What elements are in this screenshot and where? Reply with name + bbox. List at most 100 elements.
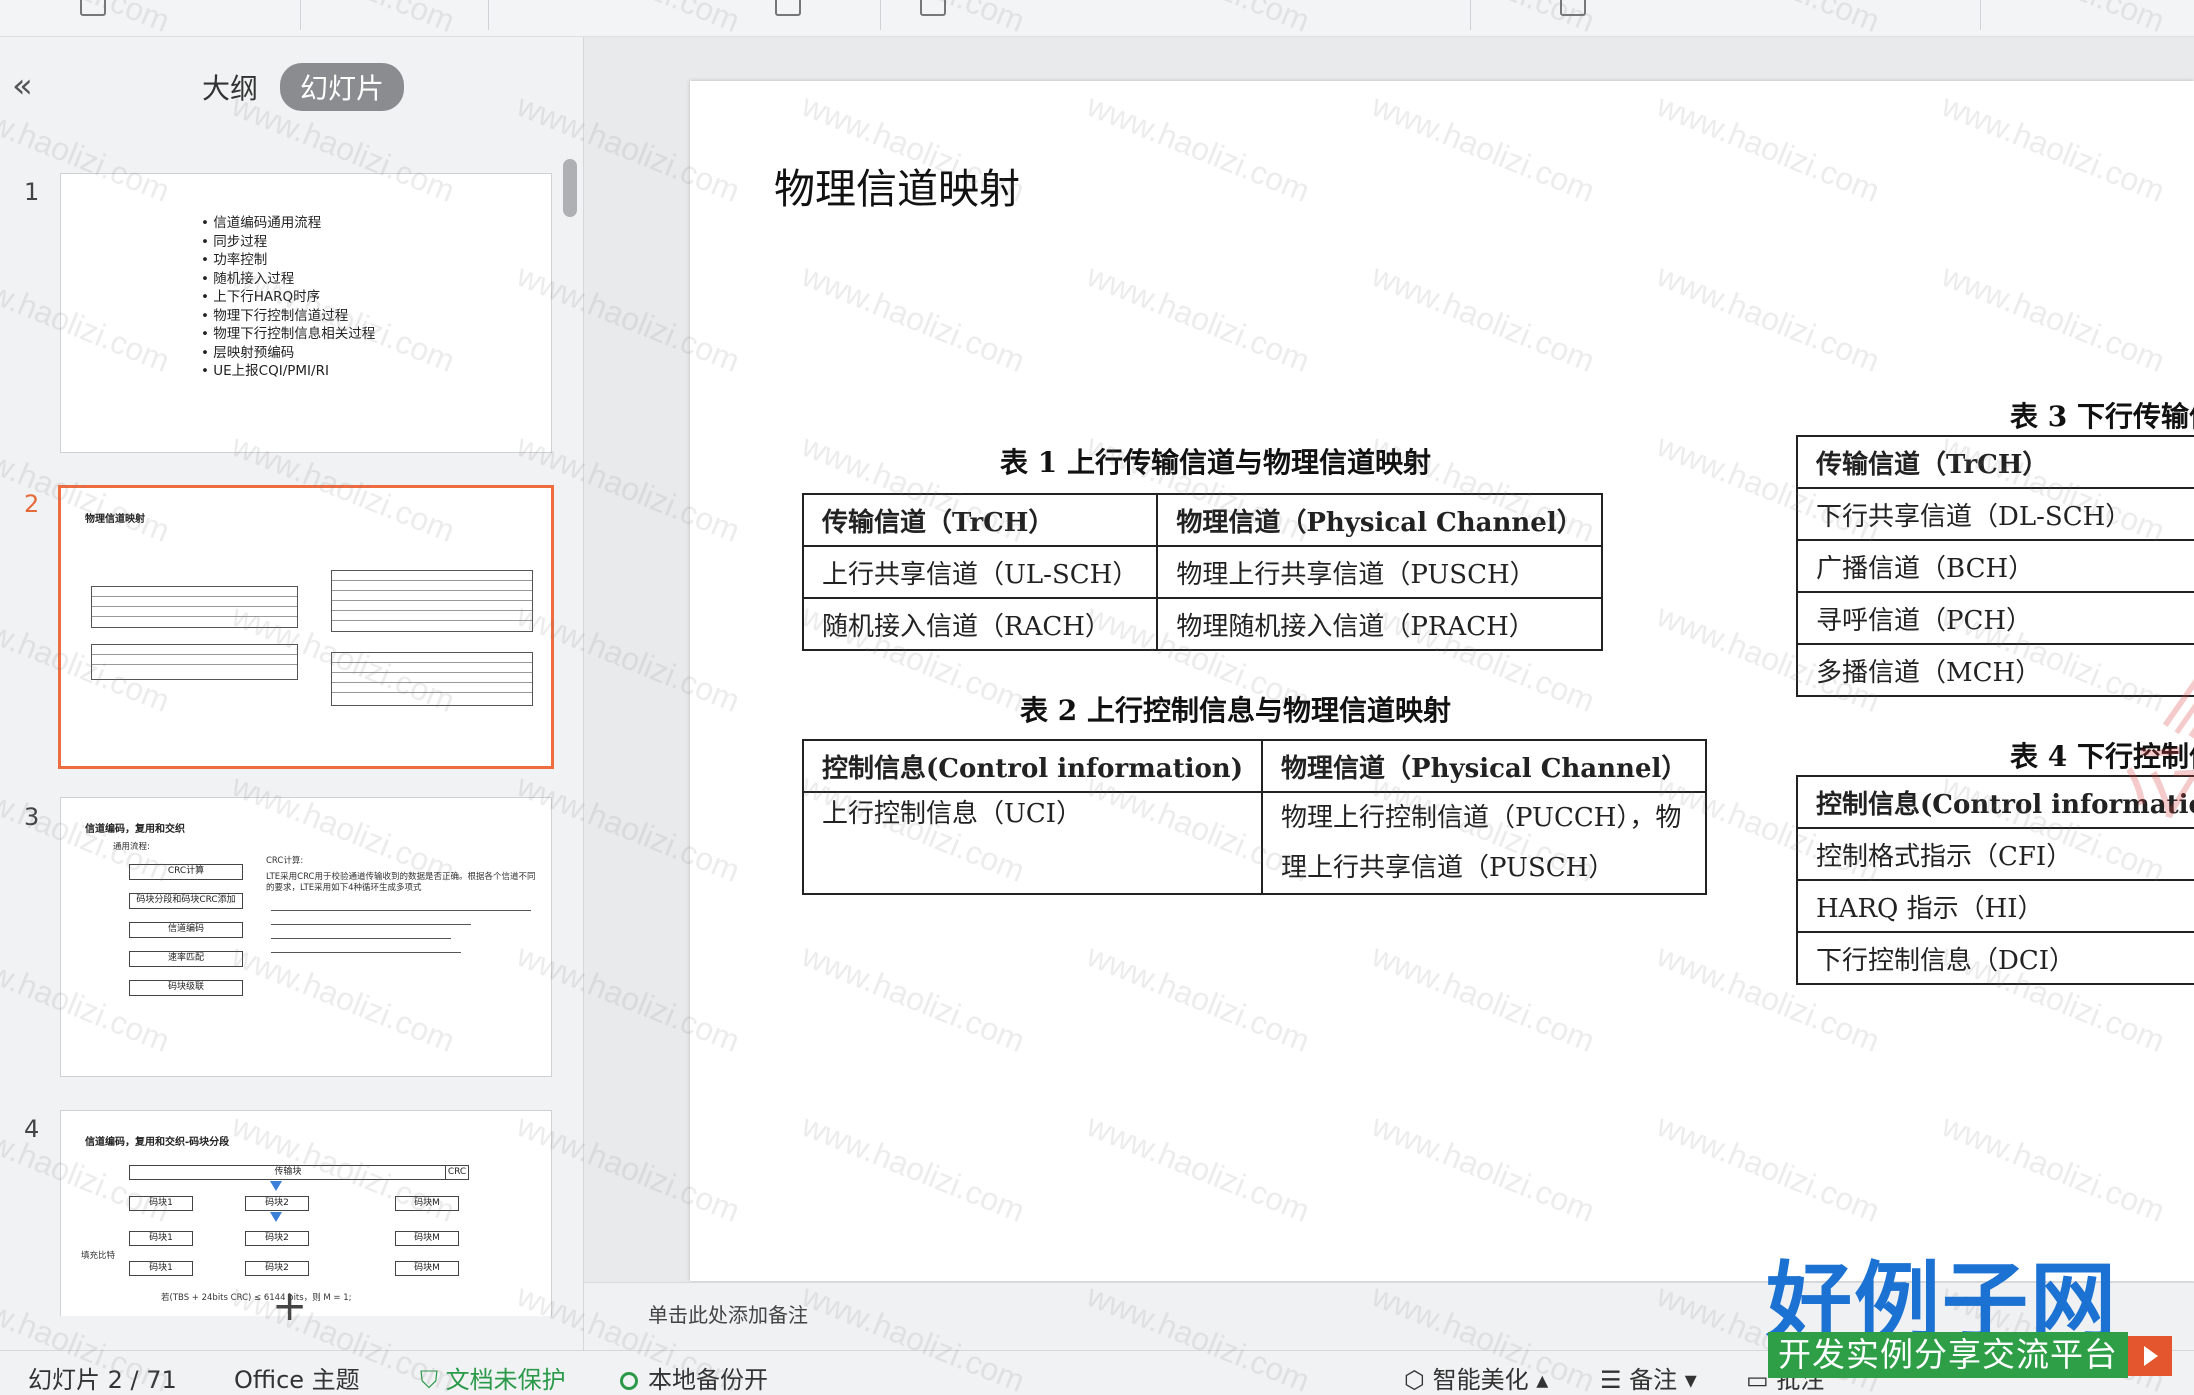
- toolbar-icon[interactable]: [920, 0, 946, 16]
- list-item: 上下行HARQ时序: [201, 288, 375, 307]
- list-item: 物理下行控制信道过程: [201, 307, 375, 326]
- table-row: 寻呼信道（PCH）: [1796, 591, 2194, 645]
- theme-label[interactable]: Office 主题: [234, 1360, 360, 1395]
- mini-table: [91, 586, 298, 628]
- table-row: HARQ 指示（HI）: [1796, 879, 2194, 933]
- table-cell: 多播信道（MCH）: [1796, 643, 2194, 697]
- slide-panel: « 大纲 幻灯片 1 信道编码通用流程 同步过程 功率控制 随机接入过程 上下行…: [0, 37, 584, 1350]
- list-item: 信道编码通用流程: [201, 214, 375, 233]
- notes-icon: ☰: [1600, 1366, 1630, 1394]
- formula-line: [271, 952, 461, 953]
- table-cell: HARQ 指示（HI）: [1796, 879, 2194, 933]
- toolbar-divider: [1980, 0, 1981, 30]
- toolbar-icon[interactable]: [775, 0, 801, 16]
- table-header-cell: 传输信道（TrCH）: [1796, 435, 2194, 489]
- slide-counter: 幻灯片 2 / 71: [28, 1366, 177, 1394]
- table-uplink-transport[interactable]: 传输信道（TrCH） 物理信道（Physical Channel） 上行共享信道…: [801, 493, 1603, 651]
- comment-button[interactable]: ▭ 批注: [1746, 1360, 1824, 1395]
- table-cell: 物理随机接入信道（PRACH）: [1156, 597, 1603, 651]
- flow-box: 码块M: [395, 1196, 459, 1211]
- slide-title[interactable]: 物理信道映射: [774, 155, 1020, 215]
- mini-table: [331, 570, 533, 632]
- notes-placeholder[interactable]: 单击此处添加备注: [648, 1299, 808, 1328]
- table-cell: 物理上行控制信道（PUCCH），物理上行共享信道（PUSCH）: [1261, 791, 1708, 895]
- table-row: 广播信道（BCH）: [1796, 539, 2194, 593]
- notes-pane[interactable]: 单击此处添加备注: [584, 1282, 2194, 1351]
- table-cell: 随机接入信道（RACH）: [801, 597, 1159, 651]
- table4-caption: 表 4 下行控制信: [2010, 740, 2194, 773]
- crc-heading: CRC计算:: [266, 856, 304, 866]
- slide-number: 2: [24, 490, 40, 518]
- mini-table: [91, 644, 298, 680]
- tab-slides[interactable]: 幻灯片: [280, 63, 405, 111]
- slide-editor: 物理信道映射 表 1 上行传输信道与物理信道映射 传输信道（TrCH） 物理信道…: [584, 37, 2194, 1351]
- backup-label: 本地备份开: [648, 1366, 768, 1394]
- backup-status[interactable]: 本地备份开: [620, 1360, 768, 1395]
- notes-toggle-button[interactable]: ☰ 备注 ▾: [1600, 1360, 1697, 1395]
- slide-thumbnail-1[interactable]: 信道编码通用流程 同步过程 功率控制 随机接入过程 上下行HARQ时序 物理下行…: [60, 173, 552, 453]
- list-item: 物理下行控制信息相关过程: [201, 325, 375, 344]
- list-item: 功率控制: [201, 251, 375, 270]
- list-item: UE上报CQI/PMI/RI: [201, 362, 375, 381]
- toolbar-divider: [880, 0, 881, 30]
- table-row: 控制信息(Control information) 物理信道（Physical …: [801, 739, 1708, 793]
- slide-thumbnail-list: 1 信道编码通用流程 同步过程 功率控制 随机接入过程 上下行HARQ时序 物理…: [0, 133, 560, 1316]
- thumbnail-bullet-list: 信道编码通用流程 同步过程 功率控制 随机接入过程 上下行HARQ时序 物理下行…: [201, 214, 375, 381]
- slide-number: 1: [24, 178, 40, 206]
- toolbar-divider: [488, 0, 489, 30]
- backup-icon: [620, 1372, 638, 1390]
- toolbar-icon[interactable]: [80, 0, 106, 16]
- table-row: 传输信道（TrCH） 物理信道（Physical Channel）: [801, 493, 1603, 547]
- toolbar-icon[interactable]: [1560, 0, 1586, 16]
- table-row: 下行控制信息（DCI）: [1796, 931, 2194, 985]
- thumbnail-title: 信道编码，复用和交织-码块分段: [85, 1137, 230, 1148]
- toolbar-divider: [300, 0, 301, 30]
- slide-thumbnail-2[interactable]: 物理信道映射: [58, 485, 554, 769]
- flow-box: 码块M: [395, 1231, 459, 1246]
- flow-box: 传输块: [129, 1165, 447, 1180]
- thumbnail-subtitle: 通用流程:: [113, 842, 150, 852]
- table-header-cell: 物理信道（Physical Channel）: [1261, 739, 1708, 793]
- add-slide-button[interactable]: +: [272, 1285, 307, 1327]
- collapse-panel-button[interactable]: «: [12, 69, 33, 103]
- toolbar-ribbon: [0, 0, 2194, 37]
- table3-caption: 表 3 下行传输信: [2010, 400, 2194, 433]
- current-slide[interactable]: 物理信道映射 表 1 上行传输信道与物理信道映射 传输信道（TrCH） 物理信道…: [690, 81, 2194, 1281]
- formula-line: [271, 910, 531, 911]
- protect-status[interactable]: ⛉ 文档未保护: [420, 1360, 566, 1395]
- flow-box: 信道编码: [129, 922, 243, 938]
- flow-box: 码块2: [245, 1196, 309, 1211]
- flow-box: 码块2: [245, 1261, 309, 1276]
- crc-text: LTE采用CRC用于校验通道传输收到的数据是否正确。根据各个信道不同的要求，LT…: [266, 872, 536, 893]
- crc-box: CRC: [445, 1165, 469, 1180]
- flow-box: 码块分段和码块CRC添加: [129, 893, 243, 909]
- table-header-cell: 物理信道（Physical Channel）: [1156, 493, 1603, 547]
- slide-thumbnail-3[interactable]: 信道编码，复用和交织 通用流程: CRC计算 码块分段和码块CRC添加 信道编码…: [60, 797, 552, 1077]
- arrow-down-icon: [270, 1212, 282, 1222]
- table-downlink-transport[interactable]: 传输信道（TrCH） 下行共享信道（DL-SCH） 广播信道（BCH） 寻呼信道…: [1796, 435, 2194, 697]
- table-cell: 上行共享信道（UL-SCH）: [801, 545, 1159, 599]
- table-downlink-control[interactable]: 控制信息(Control information 控制格式指示（CFI） HAR…: [1796, 775, 2194, 985]
- filler-label: 填充比特: [81, 1251, 116, 1261]
- tab-outline[interactable]: 大纲: [202, 67, 258, 107]
- table-row: 多播信道（MCH）: [1796, 643, 2194, 697]
- table-header-cell: 控制信息(Control information): [801, 739, 1264, 793]
- list-item: 随机接入过程: [201, 270, 375, 289]
- formula-line: [271, 938, 451, 939]
- table-cell: 上行控制信息（UCI）: [801, 791, 1264, 895]
- status-bar: 幻灯片 2 / 71 Office 主题 ⛉ 文档未保护 本地备份开 ⬡ 智能美…: [0, 1350, 2194, 1395]
- scrollbar-thumb[interactable]: [563, 159, 577, 217]
- slide-number: 4: [24, 1115, 40, 1143]
- thumbnail-title: 物理信道映射: [85, 514, 145, 525]
- table-cell: 寻呼信道（PCH）: [1796, 591, 2194, 645]
- smart-beautify-button[interactable]: ⬡ 智能美化 ▴: [1404, 1360, 1548, 1395]
- thumbnail-scrollbar[interactable]: [560, 123, 580, 1323]
- table-cell: 物理上行共享信道（PUSCH）: [1156, 545, 1603, 599]
- protect-label: 文档未保护: [445, 1366, 566, 1394]
- flow-box: 码块1: [129, 1261, 193, 1276]
- table-row: 传输信道（TrCH）: [1796, 435, 2194, 489]
- beautify-icon: ⬡: [1404, 1366, 1433, 1394]
- table-uplink-control[interactable]: 控制信息(Control information) 物理信道（Physical …: [801, 739, 1708, 895]
- table-cell: 下行共享信道（DL-SCH）: [1796, 487, 2194, 541]
- table-row: 上行共享信道（UL-SCH） 物理上行共享信道（PUSCH）: [801, 545, 1603, 599]
